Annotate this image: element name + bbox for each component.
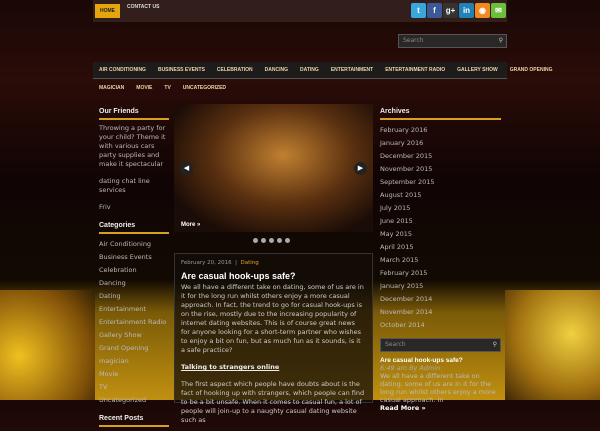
post-title[interactable]: Are casual hook-ups safe?	[181, 271, 366, 281]
post-date: February 20, 2016	[181, 260, 232, 266]
nav-item[interactable]: GRAND OPENING	[504, 62, 559, 78]
main-nav: AIR CONDITIONING BUSINESS EVENTS CELEBRATI…	[93, 62, 552, 79]
linkedin-icon[interactable]: in	[459, 3, 474, 18]
nav-item[interactable]: ENTERTAINMENT RADIO	[379, 62, 451, 78]
post-category[interactable]: Dating	[240, 260, 258, 266]
recent-post-title[interactable]: Are casual hook-ups safe?	[380, 357, 501, 364]
nav-item[interactable]: UNCATEGORIZED	[177, 80, 232, 96]
email-icon[interactable]: ✉	[491, 3, 506, 18]
slider-more-link[interactable]: More »	[181, 222, 200, 228]
friend-link[interactable]: Friv	[99, 203, 169, 212]
sidebar-search[interactable]: Search ⚲	[380, 338, 501, 352]
category-link[interactable]: Movie	[99, 368, 169, 381]
slider-dot[interactable]	[285, 238, 290, 243]
archive-link[interactable]: January 2016	[380, 137, 501, 150]
post-paragraph: The first aspect which people have doubt…	[181, 380, 365, 424]
nav-item[interactable]: CELEBRATION	[211, 62, 259, 78]
left-sidebar: Our Friends Throwing a party for your ch…	[99, 108, 169, 431]
friend-link[interactable]: dating chat line services	[99, 177, 169, 195]
search-input[interactable]: Search	[403, 37, 424, 44]
category-link[interactable]: Grand Opening	[99, 342, 169, 355]
archive-link[interactable]: February 2016	[380, 124, 501, 137]
facebook-icon[interactable]: f	[427, 3, 442, 18]
category-link[interactable]: Entertainment Radio	[99, 316, 169, 329]
nav-item[interactable]: DATING	[294, 62, 325, 78]
category-link[interactable]: Gallery Show	[99, 329, 169, 342]
category-link[interactable]: Celebration	[99, 264, 169, 277]
archives-title: Archives	[380, 108, 501, 120]
nav-item[interactable]: ENTERTAINMENT	[325, 62, 379, 78]
nav-item[interactable]: AIR CONDITIONING	[93, 62, 152, 78]
post-paragraph: We all have a different take on dating, …	[181, 283, 364, 354]
archive-link[interactable]: March 2015	[380, 254, 501, 267]
search-icon[interactable]: ⚲	[499, 35, 503, 47]
read-more-link[interactable]: Read More »	[380, 404, 501, 412]
search-icon[interactable]: ⚲	[493, 339, 497, 351]
post: February 20, 2016 | Dating Are casual ho…	[174, 253, 373, 424]
slider-prev-icon[interactable]: ◀	[180, 162, 193, 175]
background-light-left	[0, 290, 95, 400]
twitter-icon[interactable]: t	[411, 3, 426, 18]
slider-dot[interactable]	[269, 238, 274, 243]
recent-post-excerpt: We all have a different take on dating, …	[380, 372, 496, 404]
category-link[interactable]: Dating	[99, 290, 169, 303]
nav-item[interactable]: MAGICIAN	[93, 80, 130, 96]
slider-dot[interactable]	[277, 238, 282, 243]
slider-dots	[253, 238, 290, 243]
google-plus-icon[interactable]: g+	[443, 3, 458, 18]
search-input[interactable]: Search	[385, 341, 406, 348]
category-link[interactable]: Dancing	[99, 277, 169, 290]
category-link[interactable]: Air Conditioning	[99, 238, 169, 251]
archive-link[interactable]: October 2014	[380, 319, 501, 332]
category-link[interactable]: Entertainment	[99, 303, 169, 316]
archive-link[interactable]: May 2015	[380, 228, 501, 241]
categories-title: Categories	[99, 222, 169, 234]
category-link[interactable]: magician	[99, 355, 169, 368]
archives-list: February 2016 January 2016 December 2015 No…	[380, 124, 501, 332]
recent-posts-title: Recent Posts	[99, 415, 169, 427]
archive-link[interactable]: September 2015	[380, 176, 501, 189]
background-light-right	[505, 290, 600, 400]
archive-link[interactable]: January 2015	[380, 280, 501, 293]
main-nav-row2: MAGICIAN MOVIE TV UNCATEGORIZED	[93, 80, 507, 96]
archive-link[interactable]: June 2015	[380, 215, 501, 228]
nav-contact[interactable]: CONTACT US	[127, 4, 159, 10]
slider-next-icon[interactable]: ▶	[354, 162, 367, 175]
archive-link[interactable]: November 2015	[380, 163, 501, 176]
nav-item[interactable]: GALLERY SHOW	[451, 62, 504, 78]
archive-link[interactable]: December 2015	[380, 150, 501, 163]
nav-item[interactable]: DANCING	[259, 62, 294, 78]
archive-link[interactable]: February 2015	[380, 267, 501, 280]
categories-list: Air Conditioning Business Events Celebrati…	[99, 238, 169, 407]
archive-link[interactable]: August 2015	[380, 189, 501, 202]
recent-post: Are casual hook-ups safe? 6:49 am By Adm…	[380, 357, 501, 412]
rss-icon[interactable]: ◉	[475, 3, 490, 18]
recent-post-time: 6:49 am By Admin	[380, 364, 441, 372]
header-search[interactable]: Search ⚲	[398, 34, 507, 48]
category-link[interactable]: Uncategorized	[99, 394, 169, 407]
slider-dot[interactable]	[261, 238, 266, 243]
top-bar: HOME CONTACT US t f g+ in ◉ ✉	[93, 0, 507, 22]
archive-link[interactable]: April 2015	[380, 241, 501, 254]
archive-link[interactable]: December 2014	[380, 293, 501, 306]
slider-dot[interactable]	[253, 238, 258, 243]
category-link[interactable]: TV	[99, 381, 169, 394]
archive-link[interactable]: November 2014	[380, 306, 501, 319]
nav-item[interactable]: MOVIE	[130, 80, 158, 96]
nav-item[interactable]: BUSINESS EVENTS	[152, 62, 211, 78]
friends-title: Our Friends	[99, 108, 169, 120]
friends-text: Throwing a party for your child? Theme i…	[99, 124, 166, 168]
image-slider[interactable]: ◀ ▶ More »	[174, 104, 373, 232]
right-sidebar: Archives February 2016 January 2016 Decemb…	[380, 108, 501, 412]
nav-item[interactable]: TV	[158, 80, 176, 96]
post-subheading: Talking to strangers online	[181, 363, 280, 371]
category-link[interactable]: Business Events	[99, 251, 169, 264]
archive-link[interactable]: July 2015	[380, 202, 501, 215]
nav-home[interactable]: HOME	[95, 4, 120, 18]
